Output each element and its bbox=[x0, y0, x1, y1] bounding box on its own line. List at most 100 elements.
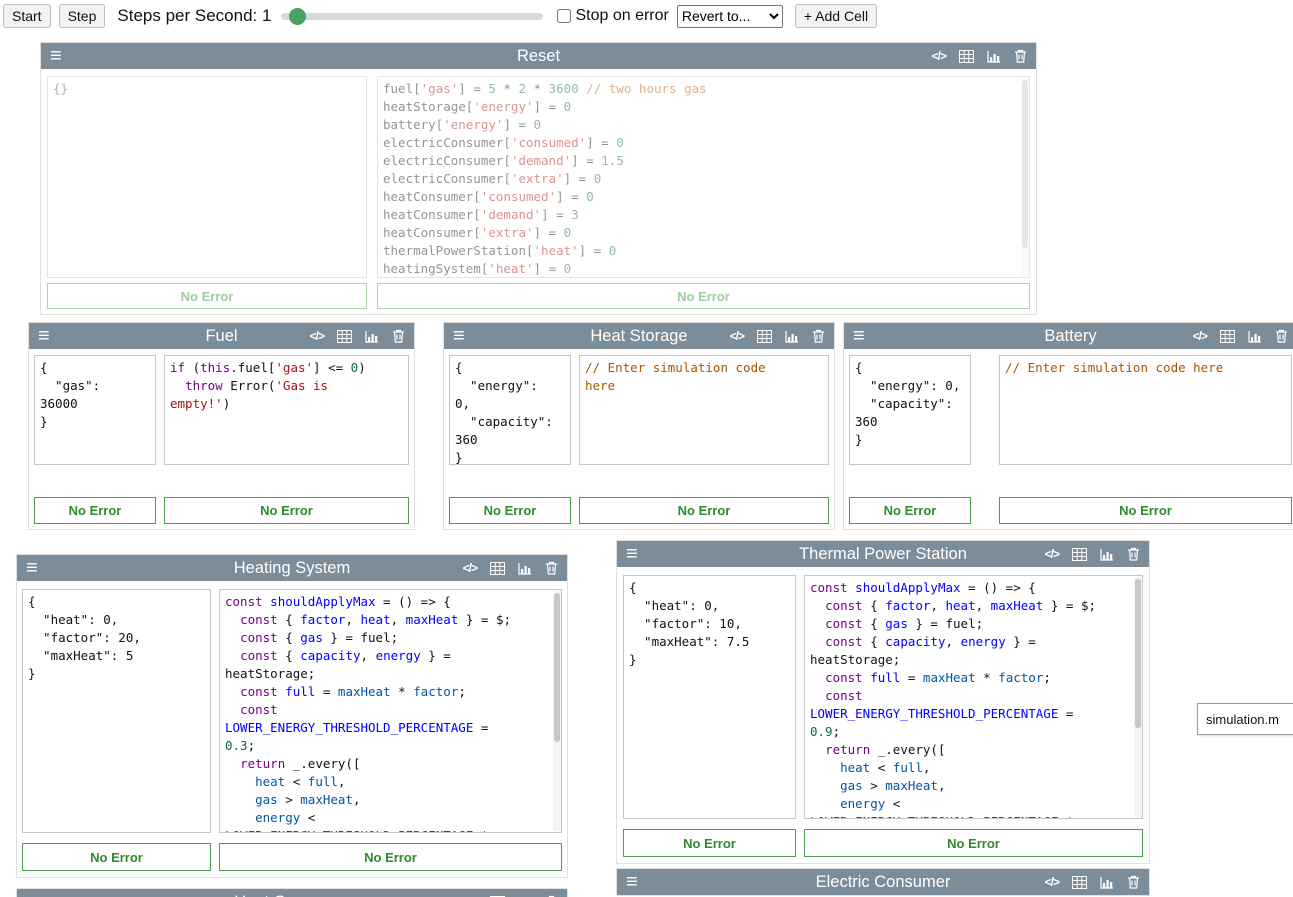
scrollbar-thumb[interactable] bbox=[1022, 80, 1028, 248]
chart-view-icon[interactable] bbox=[987, 50, 1001, 63]
header-icons: </> bbox=[1045, 875, 1140, 889]
state-editor[interactable]: { "heat": 0, "factor": 10, "maxHeat": 7.… bbox=[623, 575, 796, 819]
cell-header[interactable]: ≡ Battery </> bbox=[844, 323, 1293, 349]
cell-header[interactable]: ≡ Reset </> bbox=[41, 43, 1036, 69]
cell-header[interactable]: ≡ Heat Storage </> bbox=[444, 323, 834, 349]
code-status: No Error bbox=[164, 497, 409, 524]
chart-view-icon[interactable] bbox=[785, 330, 799, 343]
state-status: No Error bbox=[47, 283, 367, 309]
code-editor[interactable]: // Enter simulation code here bbox=[999, 355, 1292, 465]
code-editor[interactable]: if (this.fuel['gas'] <= 0) throw Error('… bbox=[164, 355, 409, 465]
code-view-icon[interactable]: </> bbox=[730, 329, 744, 343]
cell-body: { "heat": 0, "factor": 10, "maxHeat": 7.… bbox=[617, 567, 1149, 819]
scrollbar-thumb[interactable] bbox=[554, 593, 560, 742]
stop-on-error-control: Stop on error bbox=[557, 7, 668, 25]
table-view-icon[interactable] bbox=[337, 330, 352, 343]
code-status: No Error bbox=[999, 497, 1292, 524]
cell-thermal-power-station: ≡ Thermal Power Station </> { "heat": 0,… bbox=[616, 540, 1150, 864]
chart-view-icon[interactable] bbox=[1100, 876, 1114, 889]
scrollbar[interactable] bbox=[553, 591, 561, 831]
status-popup-text: simulation.m bbox=[1206, 712, 1279, 727]
header-icons: </> bbox=[310, 329, 405, 343]
menu-icon[interactable]: ≡ bbox=[453, 323, 465, 349]
cell-body: {} fuel['gas'] = 5 * 2 * 3600 // two hou… bbox=[41, 69, 1036, 278]
menu-icon[interactable]: ≡ bbox=[50, 43, 62, 69]
cell-heat-consumer: ≡ Heat Consumer </> bbox=[16, 888, 568, 897]
cell-footer: No Error No Error bbox=[444, 497, 834, 529]
menu-icon[interactable]: ≡ bbox=[26, 555, 38, 581]
code-view-icon[interactable]: </> bbox=[1045, 547, 1059, 561]
table-view-icon[interactable] bbox=[490, 562, 505, 575]
cell-footer: No Error No Error bbox=[17, 843, 567, 877]
table-view-icon[interactable] bbox=[1220, 330, 1235, 343]
table-view-icon[interactable] bbox=[757, 330, 772, 343]
cell-footer: No Error No Error bbox=[29, 497, 414, 529]
delete-cell-icon[interactable] bbox=[1127, 875, 1140, 889]
code-view-icon[interactable]: </> bbox=[463, 561, 477, 575]
stop-on-error-checkbox[interactable] bbox=[557, 9, 571, 23]
code-view-icon[interactable]: </> bbox=[932, 49, 946, 63]
code-editor[interactable]: const shouldApplyMax = () => { const { f… bbox=[219, 589, 562, 833]
menu-icon[interactable]: ≡ bbox=[853, 323, 865, 349]
delete-cell-icon[interactable] bbox=[1014, 49, 1027, 63]
speed-value: 1 bbox=[262, 6, 271, 25]
state-status: No Error bbox=[22, 843, 211, 871]
status-popup: simulation.m bbox=[1197, 703, 1293, 735]
state-status: No Error bbox=[623, 829, 796, 857]
delete-cell-icon[interactable] bbox=[1127, 547, 1140, 561]
table-view-icon[interactable] bbox=[1072, 876, 1087, 889]
cell-header[interactable]: ≡ Thermal Power Station </> bbox=[617, 541, 1149, 567]
scrollbar-thumb[interactable] bbox=[1135, 579, 1141, 728]
code-view-icon[interactable]: </> bbox=[310, 329, 324, 343]
state-editor[interactable]: {} bbox=[47, 76, 367, 278]
table-view-icon[interactable] bbox=[1072, 548, 1087, 561]
menu-icon[interactable]: ≡ bbox=[626, 869, 638, 895]
chart-view-icon[interactable] bbox=[1248, 330, 1262, 343]
code-view-icon[interactable]: </> bbox=[1193, 329, 1207, 343]
cell-header[interactable]: ≡ Electric Consumer </> bbox=[617, 869, 1149, 895]
chart-view-icon[interactable] bbox=[365, 330, 379, 343]
cell-body: { "heat": 0, "factor": 20, "maxHeat": 5}… bbox=[17, 581, 567, 833]
speed-slider[interactable] bbox=[281, 7, 543, 26]
table-view-icon[interactable] bbox=[959, 50, 974, 63]
state-editor[interactable]: { "energy": 0, "capacity":360} bbox=[849, 355, 971, 465]
cell-reset: ≡ Reset </> {} fuel['gas'] = 5 * 2 * 360… bbox=[40, 42, 1037, 315]
slider-thumb[interactable] bbox=[289, 8, 306, 25]
scrollbar[interactable] bbox=[1134, 577, 1142, 817]
cell-header[interactable]: ≡ Heating System </> bbox=[17, 555, 567, 581]
add-cell-button[interactable]: + Add Cell bbox=[795, 4, 877, 28]
cell-heat-storage: ≡ Heat Storage </> { "energy":0, "capaci… bbox=[443, 322, 835, 530]
step-button[interactable]: Step bbox=[59, 4, 106, 28]
cell-header[interactable]: ≡ Heat Consumer </> bbox=[17, 889, 567, 897]
scrollbar[interactable] bbox=[1021, 78, 1029, 276]
toolbar: Start Step Steps per Second: 1 Stop on e… bbox=[0, 0, 1293, 32]
delete-cell-icon[interactable] bbox=[1275, 329, 1288, 343]
delete-cell-icon[interactable] bbox=[392, 329, 405, 343]
state-editor[interactable]: { "heat": 0, "factor": 20, "maxHeat": 5} bbox=[22, 589, 211, 833]
code-editor[interactable]: const shouldApplyMax = () => { const { f… bbox=[804, 575, 1143, 819]
state-editor[interactable]: { "gas":36000} bbox=[34, 355, 156, 465]
code-editor[interactable]: // Enter simulation codehere bbox=[579, 355, 829, 465]
state-status: No Error bbox=[34, 497, 156, 524]
stop-on-error-label: Stop on error bbox=[575, 7, 668, 25]
code-editor[interactable]: fuel['gas'] = 5 * 2 * 3600 // two hours … bbox=[377, 76, 1030, 278]
start-button[interactable]: Start bbox=[3, 4, 51, 28]
delete-cell-icon[interactable] bbox=[812, 329, 825, 343]
code-view-icon[interactable]: </> bbox=[1045, 875, 1059, 889]
revert-dropdown[interactable]: Revert to... bbox=[677, 5, 783, 28]
chart-view-icon[interactable] bbox=[518, 562, 532, 575]
cell-body: { "gas":36000} if (this.fuel['gas'] <= 0… bbox=[29, 349, 414, 465]
menu-icon[interactable]: ≡ bbox=[626, 541, 638, 567]
delete-cell-icon[interactable] bbox=[545, 561, 558, 575]
menu-icon[interactable]: ≡ bbox=[38, 323, 50, 349]
header-icons: </> bbox=[1045, 547, 1140, 561]
slider-track[interactable] bbox=[281, 13, 543, 20]
cell-fuel: ≡ Fuel </> { "gas":36000} if (this.fuel[… bbox=[28, 322, 415, 530]
chart-view-icon[interactable] bbox=[1100, 548, 1114, 561]
cell-header[interactable]: ≡ Fuel </> bbox=[29, 323, 414, 349]
cell-battery: ≡ Battery </> { "energy": 0, "capacity":… bbox=[843, 322, 1293, 530]
state-editor[interactable]: { "energy":0, "capacity":360} bbox=[449, 355, 571, 465]
menu-icon[interactable]: ≡ bbox=[26, 889, 38, 897]
code-status: No Error bbox=[579, 497, 829, 524]
code-status: No Error bbox=[219, 843, 562, 871]
